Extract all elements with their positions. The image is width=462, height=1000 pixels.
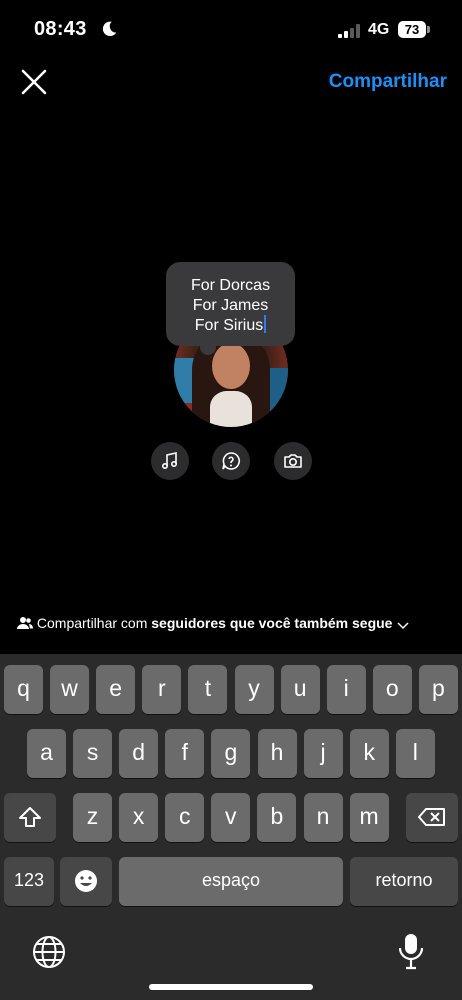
- camera-icon: [284, 454, 302, 468]
- music-button[interactable]: [151, 442, 189, 480]
- key-l[interactable]: l: [395, 729, 435, 778]
- audience-value: seguidores que você também segue: [151, 615, 393, 631]
- note-line: For Dorcas: [190, 277, 271, 294]
- backspace-icon: [418, 808, 445, 826]
- key-e[interactable]: e: [96, 665, 136, 714]
- key-u[interactable]: u: [280, 665, 320, 714]
- battery-level: 73: [398, 21, 426, 38]
- key-f[interactable]: f: [165, 729, 205, 778]
- chevron-down-icon: [397, 622, 409, 630]
- note-line: For James: [192, 296, 269, 314]
- key-r[interactable]: r: [142, 665, 182, 714]
- key-m[interactable]: m: [349, 793, 389, 842]
- space-key[interactable]: espaço: [119, 857, 343, 906]
- key-j[interactable]: j: [303, 729, 343, 778]
- shift-icon: [19, 807, 41, 827]
- numbers-key[interactable]: 123: [4, 857, 54, 906]
- question-button[interactable]: [212, 442, 250, 480]
- note-input[interactable]: For Dorcas For James For Sirius: [166, 276, 295, 336]
- question-icon: [222, 452, 240, 470]
- key-x[interactable]: x: [119, 793, 159, 842]
- key-o[interactable]: o: [372, 665, 412, 714]
- people-icon: [17, 617, 33, 629]
- key-d[interactable]: d: [119, 729, 159, 778]
- key-q[interactable]: q: [4, 665, 43, 714]
- audience-prefix: Compartilhar com: [36, 615, 148, 631]
- shift-key[interactable]: [4, 793, 56, 842]
- key-i[interactable]: i: [326, 665, 366, 714]
- key-w[interactable]: w: [50, 665, 90, 714]
- network-type: 4G: [368, 21, 390, 38]
- backspace-key[interactable]: [406, 793, 458, 842]
- key-z[interactable]: z: [73, 793, 112, 842]
- moon-icon: [102, 21, 117, 37]
- close-icon[interactable]: [18, 66, 50, 98]
- camera-button[interactable]: [274, 442, 312, 480]
- text-caret: [264, 315, 267, 333]
- share-button[interactable]: Compartilhar: [329, 71, 447, 93]
- note-line: For Sirius: [194, 317, 264, 334]
- key-a[interactable]: a: [27, 729, 66, 778]
- key-b[interactable]: b: [257, 793, 297, 842]
- globe-icon[interactable]: [32, 935, 66, 969]
- emoji-key[interactable]: [60, 857, 112, 906]
- key-s[interactable]: s: [73, 729, 113, 778]
- key-t[interactable]: t: [188, 665, 228, 714]
- key-h[interactable]: h: [257, 729, 297, 778]
- emoji-icon: [75, 870, 97, 892]
- microphone-icon[interactable]: [398, 932, 424, 970]
- key-c[interactable]: c: [165, 793, 205, 842]
- music-icon: [161, 452, 178, 470]
- return-key[interactable]: retorno: [350, 857, 458, 906]
- key-k[interactable]: k: [349, 729, 389, 778]
- key-v[interactable]: v: [211, 793, 251, 842]
- key-g[interactable]: g: [211, 729, 251, 778]
- key-p[interactable]: p: [418, 665, 458, 714]
- audience-selector[interactable]: Compartilhar com seguidores que você tam…: [17, 615, 410, 631]
- battery-icon: 73: [398, 21, 430, 38]
- status-time: 08:43: [34, 18, 87, 40]
- key-n[interactable]: n: [303, 793, 343, 842]
- signal-icon: [338, 24, 360, 38]
- home-indicator: [149, 984, 313, 990]
- key-y[interactable]: y: [234, 665, 274, 714]
